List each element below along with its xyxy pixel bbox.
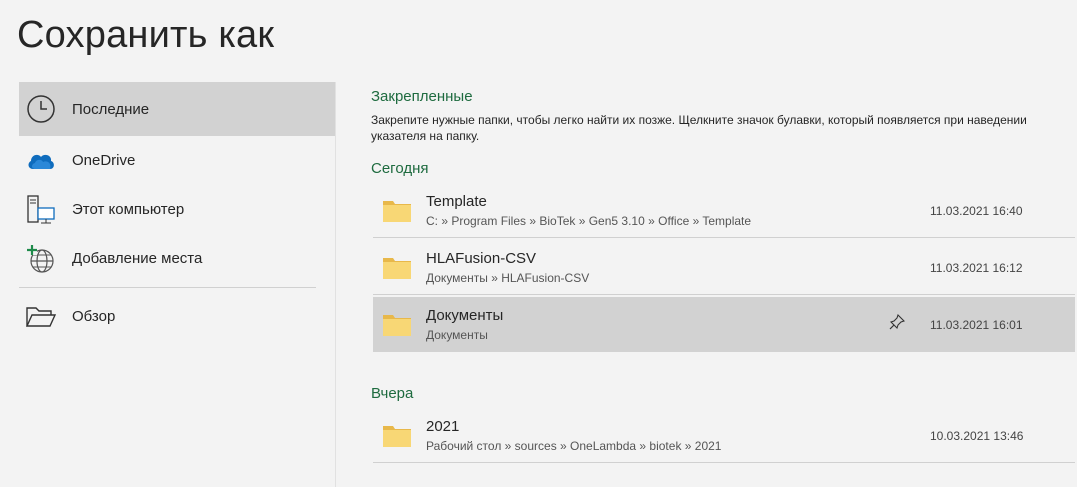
folder-name: Template xyxy=(426,193,487,210)
pinned-description: Закрепите нужные папки, чтобы легко найт… xyxy=(371,113,1027,143)
nav-item-this-pc[interactable]: Этот компьютер xyxy=(19,185,335,234)
section-title-today: Сегодня xyxy=(371,160,429,177)
folder-path: Документы xyxy=(426,328,488,342)
pane-divider xyxy=(335,82,336,487)
nav-item-browse[interactable]: Обзор xyxy=(19,292,335,341)
page-title: Сохранить как xyxy=(17,14,275,56)
nav-item-onedrive[interactable]: OneDrive xyxy=(19,136,335,185)
recent-folder-row[interactable]: 2021 Рабочий стол » sources » OneLambda … xyxy=(373,408,1075,465)
nav-label-this-pc: Этот компьютер xyxy=(72,201,185,218)
recent-folder-row[interactable]: HLAFusion-CSV Документы » HLAFusion-CSV … xyxy=(373,240,1075,297)
row-separator xyxy=(373,237,1075,238)
nav-pane: Последние OneDrive Этот компьютер Добавл… xyxy=(19,82,335,341)
folder-name: HLAFusion-CSV xyxy=(426,250,537,267)
folder-path: C: » Program Files » BioTek » Gen5 3.10 … xyxy=(426,214,752,228)
clock-icon xyxy=(25,93,57,125)
open-folder-icon xyxy=(25,301,57,333)
add-globe-icon xyxy=(25,243,57,275)
folder-date: 11.03.2021 16:12 xyxy=(930,261,1023,275)
folder-name: Документы xyxy=(426,307,504,324)
row-separator xyxy=(373,462,1075,463)
folder-icon xyxy=(382,311,412,342)
section-title-pinned: Закрепленные xyxy=(371,88,473,105)
folder-date: 11.03.2021 16:40 xyxy=(930,204,1023,218)
folder-name: 2021 xyxy=(426,418,460,435)
recent-folder-row[interactable]: Template C: » Program Files » BioTek » G… xyxy=(373,183,1075,240)
pin-icon[interactable] xyxy=(889,313,906,335)
folder-path: Рабочий стол » sources » OneLambda » bio… xyxy=(426,439,722,453)
folder-icon xyxy=(382,422,412,453)
folder-icon xyxy=(382,254,412,285)
folder-path: Документы » HLAFusion-CSV xyxy=(426,271,590,285)
nav-label-browse: Обзор xyxy=(72,308,116,325)
folder-icon xyxy=(382,197,412,228)
nav-label-recent: Последние xyxy=(72,100,150,118)
nav-label-onedrive: OneDrive xyxy=(72,152,136,169)
nav-label-add-place: Добавление места xyxy=(72,250,203,267)
recent-folder-row[interactable]: Документы Документы 11.03.2021 16:01 xyxy=(373,297,1075,352)
nav-item-recent[interactable]: Последние xyxy=(19,82,335,136)
folder-date: 10.03.2021 13:46 xyxy=(930,429,1024,443)
nav-separator xyxy=(19,287,316,288)
nav-item-add-place[interactable]: Добавление места xyxy=(19,234,335,283)
section-title-yesterday: Вчера xyxy=(371,385,414,402)
row-separator xyxy=(373,294,1075,295)
cloud-icon xyxy=(25,145,57,177)
folder-date: 11.03.2021 16:01 xyxy=(930,318,1023,332)
computer-icon xyxy=(25,194,57,226)
